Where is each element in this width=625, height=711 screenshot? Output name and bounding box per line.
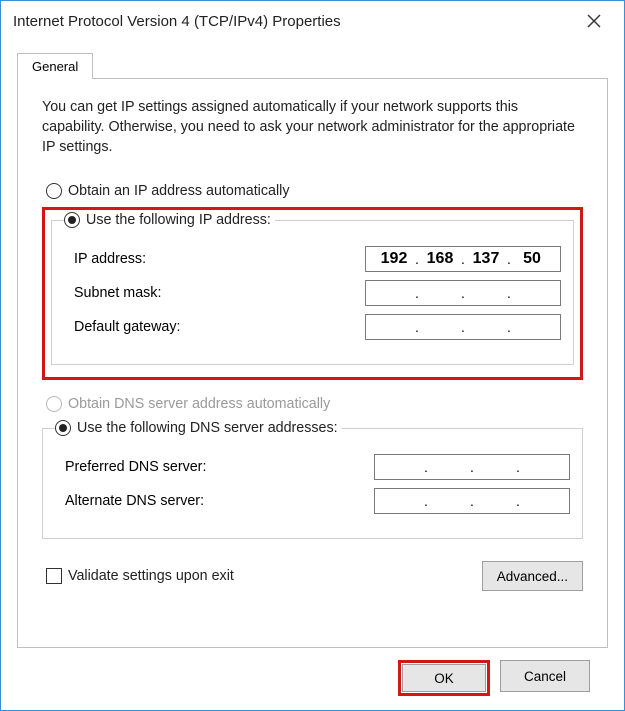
tab-label: General: [32, 59, 78, 74]
input-ip-address[interactable]: 192 . 168 . 137 . 50: [365, 246, 561, 272]
dot-icon: .: [469, 459, 475, 475]
ip-octet-2: 168: [420, 250, 460, 268]
radio-dns-auto: Obtain DNS server address automatically: [46, 396, 583, 412]
label-alternate-dns: Alternate DNS server:: [65, 493, 374, 509]
titlebar: Internet Protocol Version 4 (TCP/IPv4) P…: [1, 1, 624, 39]
content-area: General You can get IP settings assigned…: [1, 39, 624, 710]
ip-octet-3: 137: [466, 250, 506, 268]
close-icon: [587, 14, 601, 28]
input-alternate-dns[interactable]: . . .: [374, 488, 570, 514]
ip-octet-4: 50: [512, 250, 552, 268]
label-ip-address: IP address:: [74, 251, 365, 267]
label-preferred-dns: Preferred DNS server:: [65, 459, 374, 475]
bottom-row: Validate settings upon exit Advanced...: [42, 561, 583, 591]
radio-icon: [46, 183, 62, 199]
radio-icon: [55, 420, 71, 436]
button-label: Advanced...: [497, 569, 568, 584]
checkbox-label: Validate settings upon exit: [68, 568, 234, 584]
button-label: Cancel: [524, 669, 566, 684]
dot-icon: .: [515, 459, 521, 475]
input-preferred-dns[interactable]: . . .: [374, 454, 570, 480]
dialog-window: Internet Protocol Version 4 (TCP/IPv4) P…: [0, 0, 625, 711]
window-title: Internet Protocol Version 4 (TCP/IPv4) P…: [13, 13, 341, 30]
checkbox-icon: [46, 568, 62, 584]
radio-label: Obtain DNS server address automatically: [68, 396, 330, 412]
tab-strip: General: [17, 53, 608, 79]
dot-icon: .: [460, 319, 466, 335]
input-default-gateway[interactable]: . . .: [365, 314, 561, 340]
radio-icon: [46, 396, 62, 412]
dot-icon: .: [515, 493, 521, 509]
row-alternate-dns: Alternate DNS server: . . .: [55, 488, 570, 514]
ok-button[interactable]: OK: [402, 664, 486, 692]
description-text: You can get IP settings assigned automat…: [42, 97, 583, 157]
advanced-button[interactable]: Advanced...: [482, 561, 583, 591]
footer-buttons: OK Cancel: [17, 648, 608, 696]
dot-icon: .: [414, 285, 420, 301]
tab-panel-general: You can get IP settings assigned automat…: [17, 78, 608, 648]
dot-icon: .: [423, 459, 429, 475]
radio-label: Obtain an IP address automatically: [68, 183, 289, 199]
row-subnet-mask: Subnet mask: . . .: [64, 280, 561, 306]
row-ip-address: IP address: 192 . 168 . 137 . 50: [64, 246, 561, 272]
radio-ip-auto[interactable]: Obtain an IP address automatically: [46, 183, 583, 199]
dot-icon: .: [423, 493, 429, 509]
radio-dns-manual[interactable]: Use the following DNS server addresses:: [55, 420, 338, 436]
radio-ip-manual[interactable]: Use the following IP address:: [64, 212, 271, 228]
input-subnet-mask[interactable]: . . .: [365, 280, 561, 306]
ip-octet-1: 192: [374, 250, 414, 268]
row-preferred-dns: Preferred DNS server: . . .: [55, 454, 570, 480]
radio-icon: [64, 212, 80, 228]
button-label: OK: [434, 671, 454, 686]
ip-group: Use the following IP address: IP address…: [51, 212, 574, 365]
row-default-gateway: Default gateway: . . .: [64, 314, 561, 340]
dot-icon: .: [506, 285, 512, 301]
checkbox-validate[interactable]: Validate settings upon exit: [46, 568, 234, 584]
label-default-gateway: Default gateway:: [74, 319, 365, 335]
radio-label: Use the following IP address:: [86, 212, 271, 228]
dot-icon: .: [469, 493, 475, 509]
radio-label: Use the following DNS server addresses:: [77, 420, 338, 436]
cancel-button[interactable]: Cancel: [500, 660, 590, 692]
dot-icon: .: [506, 319, 512, 335]
tab-general[interactable]: General: [17, 53, 93, 79]
dns-group: Use the following DNS server addresses: …: [42, 420, 583, 539]
close-button[interactable]: [574, 7, 614, 35]
highlight-ip-group: Use the following IP address: IP address…: [42, 207, 583, 380]
highlight-ok: OK: [398, 660, 490, 696]
dot-icon: .: [414, 319, 420, 335]
label-subnet-mask: Subnet mask:: [74, 285, 365, 301]
dot-icon: .: [460, 285, 466, 301]
